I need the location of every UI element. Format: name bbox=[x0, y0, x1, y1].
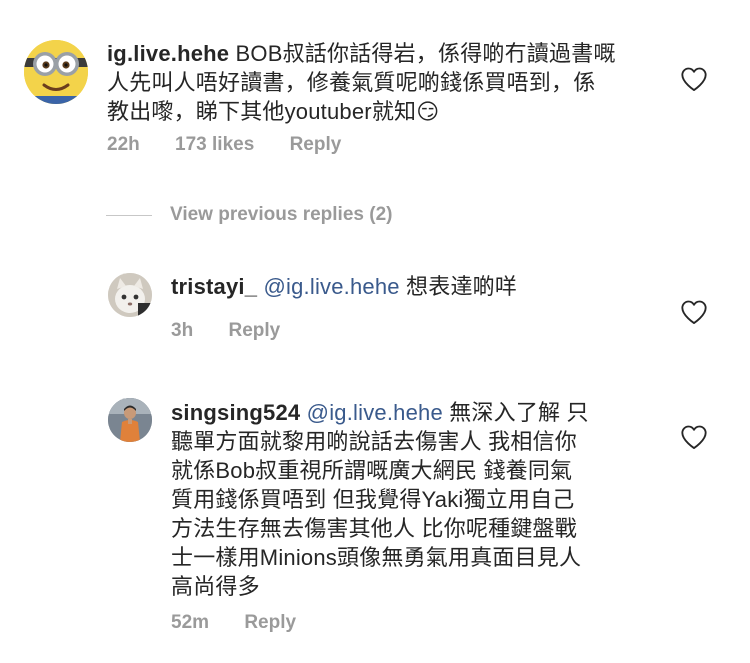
like-heart-icon[interactable] bbox=[680, 299, 710, 327]
main-comment: ig.live.hehe BOB叔話你話得岩，係得啲冇讀過書嘅人先叫人唔好讀書，… bbox=[107, 39, 617, 126]
reply-body-line: 高尚得多 bbox=[171, 574, 260, 599]
reply-body-line: 士一樣用Minions頭像無勇氣用真面目見人 bbox=[171, 545, 582, 570]
reply-line-1: singsing524 @ig.live.hehe 無深入了解 只 bbox=[171, 398, 651, 427]
view-previous-label: View previous replies (2) bbox=[170, 204, 393, 225]
reply-meta: 52m Reply bbox=[171, 612, 326, 634]
reply-time: 3h bbox=[171, 320, 194, 341]
divider-line bbox=[106, 214, 152, 216]
reply-body-line: 聽單方面就黎用啲說話去傷害人 我相信你 bbox=[171, 429, 577, 454]
reply-body-line: 就係Bob叔重視所謂嘅廣大網民 錢養同氣 bbox=[171, 458, 573, 483]
reply-singsing: singsing524 @ig.live.hehe 無深入了解 只 聽單方面就黎… bbox=[171, 398, 651, 601]
reply-tristayi: tristayi_ @ig.live.hehe 想表達啲咩 bbox=[171, 272, 641, 301]
mention-link[interactable]: @ig.live.hehe bbox=[307, 400, 443, 425]
view-previous-replies-button[interactable]: View previous replies (2) bbox=[106, 204, 392, 226]
comment-time: 22h bbox=[107, 134, 140, 155]
smirk-emoji-icon: 😏 bbox=[416, 99, 440, 124]
reply-button[interactable]: Reply bbox=[228, 320, 280, 341]
minion-avatar[interactable] bbox=[24, 40, 88, 104]
mention-link[interactable]: @ig.live.hehe bbox=[264, 274, 400, 299]
comment-meta: 22h 173 likes Reply bbox=[107, 134, 371, 156]
person-avatar[interactable] bbox=[108, 398, 152, 442]
comment-username[interactable]: ig.live.hehe bbox=[107, 41, 229, 66]
reply-body-line: 方法生存無去傷害其他人 比你呢種鍵盤戰 bbox=[171, 516, 577, 541]
reply-time: 52m bbox=[171, 612, 210, 633]
like-heart-icon[interactable] bbox=[680, 66, 710, 94]
reply-username[interactable]: tristayi_ bbox=[171, 274, 257, 299]
comment-likes[interactable]: 173 likes bbox=[175, 134, 254, 155]
reply-body: 想表達啲咩 bbox=[406, 274, 518, 299]
cat-avatar[interactable] bbox=[108, 273, 152, 317]
reply-body-line: 質用錢係買唔到 但我覺得Yaki獨立用自己 bbox=[171, 487, 575, 512]
reply-username[interactable]: singsing524 bbox=[171, 400, 300, 425]
like-heart-icon[interactable] bbox=[680, 424, 710, 452]
reply-body-line: 無深入了解 只 bbox=[449, 400, 589, 425]
reply-meta: 3h Reply bbox=[171, 320, 310, 342]
reply-button[interactable]: Reply bbox=[244, 612, 296, 633]
reply-button[interactable]: Reply bbox=[290, 134, 342, 155]
